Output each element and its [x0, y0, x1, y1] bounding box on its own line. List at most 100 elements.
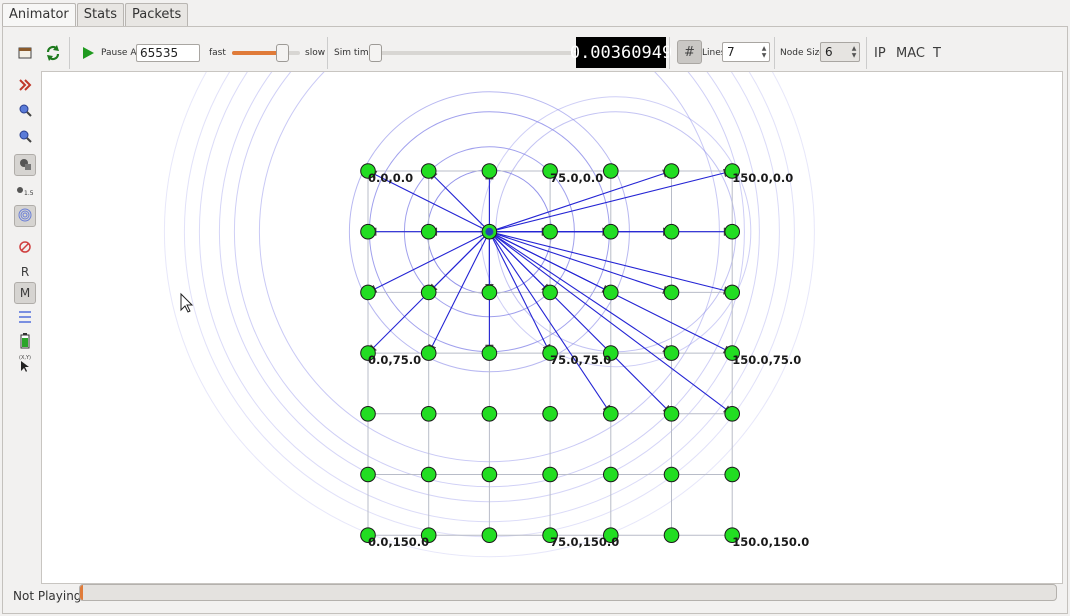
node-coordinate-label: 75.0,0.0: [550, 171, 603, 185]
tab-stats[interactable]: Stats: [76, 3, 124, 26]
node-coordinate-label: 150.0,75.0: [732, 353, 801, 367]
fast-forward-button[interactable]: [14, 75, 36, 97]
ip-button[interactable]: IP: [874, 37, 886, 69]
m-button[interactable]: M: [14, 282, 36, 304]
folder-icon: [17, 45, 33, 61]
coordinate-pointer-button[interactable]: (X,Y): [14, 355, 36, 377]
toolbar: Pause At fast slow Sim time 0.00360949 #…: [3, 37, 1067, 69]
sim-time-slider-handle[interactable]: [369, 44, 382, 62]
grid-toggle-button[interactable]: #: [677, 40, 702, 64]
animation-canvas[interactable]: 0.0,0.0 75.0,0.0 150.0,0.0 0.0,75.0 75.0,75.…: [41, 71, 1063, 584]
svg-text:1.5.0: 1.5.0: [24, 190, 34, 197]
packet-link: [428, 170, 490, 233]
network-node: [420, 406, 437, 422]
network-node: [420, 345, 437, 361]
lines-spinbox[interactable]: 7 ▲ ▼: [722, 42, 770, 62]
node-size-combobox[interactable]: 6 ▲ ▼: [820, 42, 860, 62]
mac-button[interactable]: MAC: [896, 37, 925, 69]
network-node: [603, 223, 619, 240]
fast-label: fast: [209, 48, 226, 58]
node-label-icon: 1.5.0: [16, 185, 39, 200]
battery-icon: [20, 332, 30, 352]
pointer-icon: [20, 361, 30, 376]
network-node: [481, 527, 498, 544]
network-node: [724, 223, 741, 240]
zoom-in-icon: [18, 103, 32, 120]
lines-value: 7: [727, 45, 735, 59]
packet-list-button[interactable]: [14, 307, 36, 329]
node-coordinate-label: 0.0,0.0: [368, 171, 413, 185]
node-coordinate-label: 75.0,150.0: [550, 535, 619, 549]
open-file-button[interactable]: [17, 37, 33, 69]
network-node: [360, 223, 376, 240]
network-node: [420, 223, 437, 240]
node-size-label: Node Size: [780, 48, 825, 58]
node-size-value: 6: [825, 45, 833, 59]
sender-node-highlight: [485, 227, 494, 236]
r-button[interactable]: R: [14, 261, 36, 283]
list-lines-icon: [19, 310, 31, 327]
slow-label: slow: [305, 48, 326, 58]
network-node: [724, 284, 741, 301]
network-node: [420, 284, 437, 301]
network-node: [481, 284, 498, 301]
speed-slider[interactable]: [232, 37, 304, 69]
playback-status: Not Playing: [13, 589, 82, 603]
network-node: [663, 284, 680, 301]
double-chevron-right-icon: [18, 78, 32, 95]
sim-time-display: 0.00360949: [570, 37, 672, 68]
play-button[interactable]: [81, 37, 95, 69]
toolbar-separator: [774, 37, 775, 69]
tab-animator[interactable]: Animator: [2, 3, 76, 28]
spin-arrows-icon[interactable]: ▲ ▼: [759, 45, 769, 59]
wireless-circles-toggle-button[interactable]: [14, 205, 36, 227]
zoom-out-icon: [18, 129, 32, 146]
animator-panel: Pause At fast slow Sim time 0.00360949 #…: [2, 26, 1068, 614]
network-node: [603, 406, 619, 422]
playback-progress-bar: [79, 584, 1057, 601]
node-id-toggle-button[interactable]: 1.5.0: [14, 181, 39, 203]
network-node: [542, 406, 558, 422]
network-node: [663, 163, 680, 179]
network-view: 0.0,0.0 75.0,0.0 150.0,0.0 0.0,75.0 75.0,75.…: [163, 72, 815, 558]
speed-slider-handle[interactable]: [276, 44, 289, 62]
sim-time-slider[interactable]: [369, 37, 574, 69]
reload-button[interactable]: [44, 37, 62, 69]
no-entry-icon: [19, 240, 31, 256]
combo-arrows-icon: ▲ ▼: [851, 45, 857, 59]
progress-fill: [80, 585, 83, 600]
network-node: [663, 406, 680, 422]
pause-at-input[interactable]: [136, 44, 200, 62]
network-node: [542, 284, 558, 301]
network-node: [360, 284, 376, 301]
refresh-icon: [44, 44, 62, 62]
network-node: [542, 466, 558, 483]
packet-link: [489, 231, 672, 293]
toolbar-separator: [69, 37, 70, 69]
node-coordinate-label: 0.0,75.0: [368, 353, 421, 367]
network-node: [663, 527, 680, 544]
zoom-in-button[interactable]: [14, 100, 36, 122]
background-toggle-button[interactable]: [14, 154, 36, 176]
mouse-cursor: [180, 292, 194, 313]
play-icon: [81, 46, 95, 60]
grid-icon: #: [684, 44, 695, 60]
node-coordinate-label: 0.0,150.0: [368, 535, 429, 549]
network-node: [481, 163, 498, 179]
clear-button[interactable]: [14, 237, 36, 259]
battery-button[interactable]: [14, 331, 36, 353]
zoom-out-button[interactable]: [14, 126, 36, 148]
network-node: [481, 406, 498, 422]
network-node: [420, 466, 437, 483]
network-node: [663, 345, 680, 361]
node-coordinate-label: 150.0,150.0: [732, 535, 809, 549]
tab-packets[interactable]: Packets: [124, 3, 189, 26]
tab-bar: Animator Stats Packets: [2, 3, 189, 28]
t-button[interactable]: T: [933, 37, 941, 69]
network-node: [603, 466, 619, 483]
node-coordinate-label: 75.0,75.0: [550, 353, 611, 367]
network-node: [603, 284, 619, 301]
wireless-rings-icon: [18, 208, 32, 225]
node-coordinate-label: 150.0,0.0: [732, 171, 793, 185]
toolbar-separator: [669, 37, 670, 69]
